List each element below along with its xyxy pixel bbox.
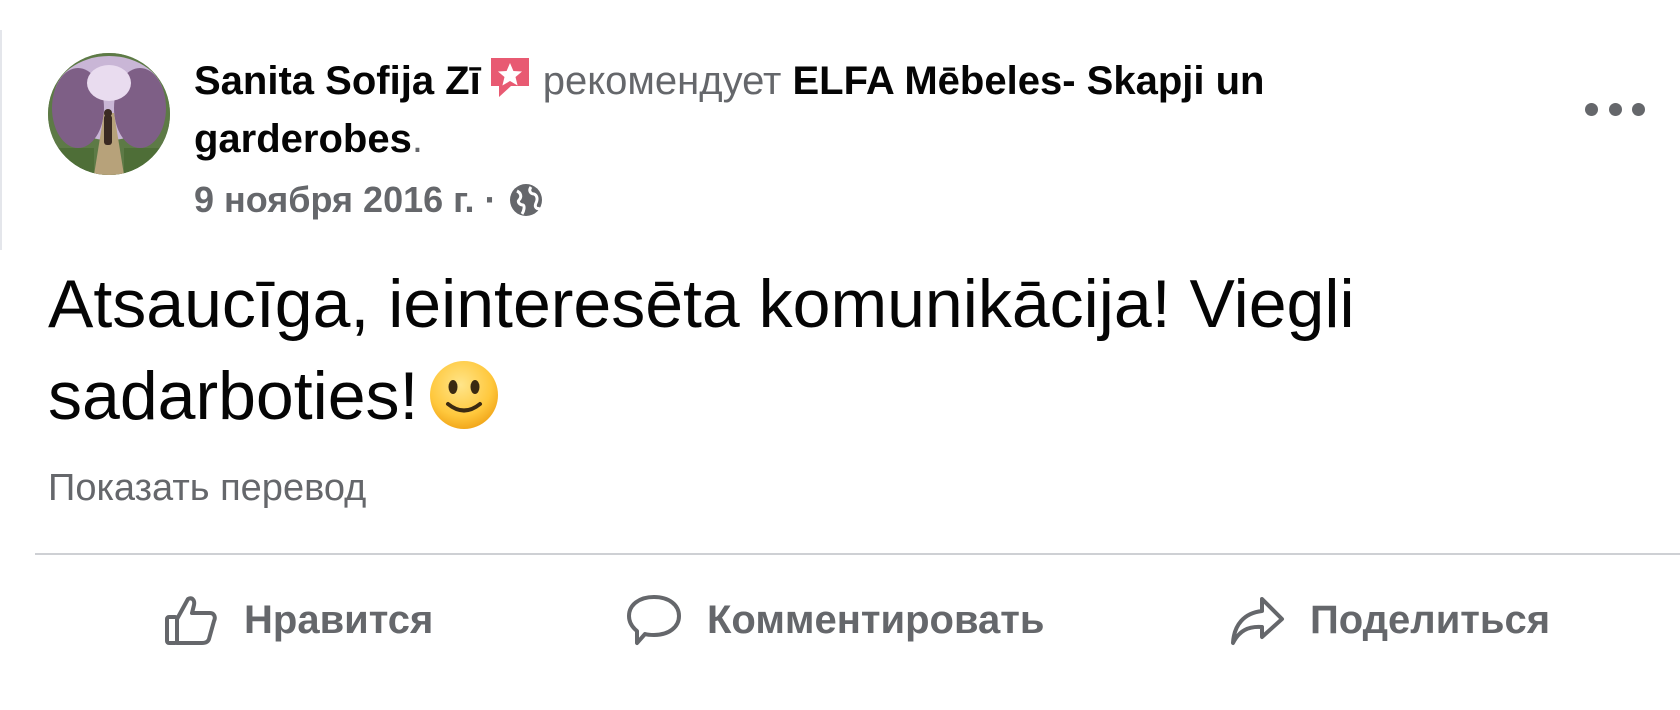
post-date[interactable]: 9 ноября 2016 г. (194, 178, 475, 222)
author-name[interactable]: Sanita Sofija Zī (194, 59, 481, 103)
recommends-verb: рекомендует (542, 59, 782, 103)
comment-button[interactable]: Комментировать (625, 585, 1044, 655)
thumbs-up-icon (162, 591, 220, 649)
share-label: Поделиться (1310, 597, 1551, 642)
comment-label: Комментировать (707, 597, 1045, 642)
left-edge-divider (0, 30, 2, 250)
avatar[interactable] (48, 53, 170, 175)
post-text: Atsaucīga, ieinteresēta komunikācija! Vi… (48, 266, 1355, 434)
post-meta: 9 ноября 2016 г. · (194, 178, 545, 222)
recommendation-post: Sanita Sofija Zī рекомендует ELFA Mēbele… (0, 0, 1680, 710)
action-bar: Нравится Комментировать Поделиться (0, 585, 1680, 655)
meta-separator: · (484, 179, 497, 220)
header-period: . (411, 117, 423, 161)
globe-icon[interactable] (507, 181, 545, 219)
like-button[interactable]: Нравится (162, 585, 433, 655)
comment-bubble-icon (625, 591, 683, 649)
slightly-smiling-face-icon (428, 359, 500, 431)
more-dot-icon (1585, 102, 1598, 116)
share-button[interactable]: Поделиться (1228, 585, 1550, 655)
recommend-badge-icon (487, 54, 533, 100)
actions-divider (35, 553, 1680, 555)
post-body: Atsaucīga, ieinteresēta komunikācija! Vi… (48, 258, 1608, 442)
like-label: Нравится (244, 597, 434, 642)
show-translation-link[interactable]: Показать перевод (48, 465, 366, 511)
share-arrow-icon (1228, 591, 1286, 649)
more-dot-icon (1608, 102, 1622, 116)
more-options-button[interactable] (1585, 94, 1645, 124)
post-header: Sanita Sofija Zī рекомендует ELFA Mēbele… (194, 52, 1464, 168)
more-dot-icon (1632, 102, 1645, 116)
